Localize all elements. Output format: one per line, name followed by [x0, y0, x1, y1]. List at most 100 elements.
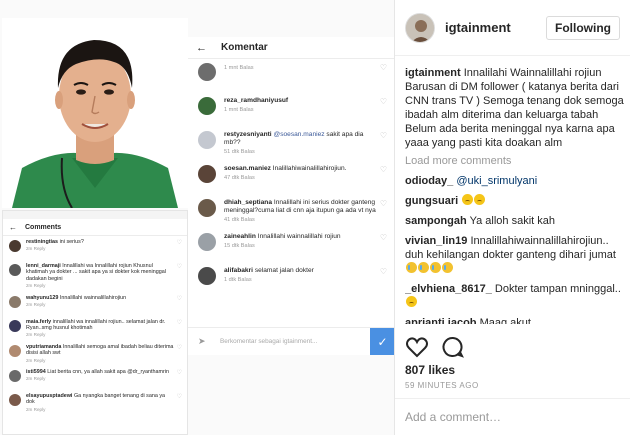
komentar-text: Innalillahi wainnalillahi rojiun — [257, 233, 341, 240]
avatar — [198, 233, 216, 251]
small-comment-username: isti5994 — [26, 369, 46, 376]
small-comment-meta: 2m Reply — [26, 302, 46, 308]
avatar — [9, 319, 21, 332]
small-comment-text: Innalillahi wainnalillahirojiun — [59, 294, 127, 301]
comment-username[interactable]: vivian_lin19 — [405, 235, 467, 247]
small-comment-meta: 2m Reply — [26, 376, 46, 382]
small-comment-body: lenni_darmaji Innalillahi wa Innalillahi… — [26, 263, 174, 290]
heart-icon: ♡ — [176, 295, 182, 302]
caption-username[interactable]: igtainment — [405, 67, 461, 79]
komentar-body: zaineahlin Innalillahi wainnalillahi roj… — [224, 233, 377, 263]
comment-mention[interactable]: @uki_srimulyani — [456, 175, 537, 187]
post-sidebar: igtainment Following igtainment Innalila… — [395, 0, 630, 435]
komentar-meta: 41 dtk Balas — [224, 217, 255, 223]
komentar-body: alifabakri selamat jalan dokter 1 dtk Bal… — [224, 267, 377, 297]
heart-icon: ♡ — [379, 267, 387, 276]
add-comment-input[interactable]: Add a comment… — [395, 398, 630, 434]
comments-screenshot-small: ← Comments restiningtias ini serius? 2m R… — [2, 210, 188, 435]
heart-icon: ♡ — [176, 319, 182, 326]
comment-item: sampongah Ya alloh sakit kah — [405, 214, 625, 228]
small-comment-username: elsayupusptadewi — [26, 393, 73, 400]
heart-icon: ♡ — [379, 63, 387, 72]
komentar-item: zaineahlin Innalillahi wainnalillahi roj… — [188, 229, 394, 263]
komentar-item: soesan.maniez Inalillahiwainalillahiroji… — [188, 161, 394, 195]
crying-face-icon — [406, 262, 417, 273]
comment-item: vivian_lin19 Innalillahiwainnalillahiroj… — [405, 234, 625, 276]
post-actions — [405, 336, 477, 358]
small-comment-text: Liat berita cnn, ya allah sakit apa @dr_… — [47, 369, 170, 376]
heart-icon: ♡ — [176, 344, 182, 351]
comment-text: Dokter tampan mninggal.. — [494, 283, 621, 295]
following-button[interactable]: Following — [546, 15, 620, 40]
small-comment-username: restiningtias — [26, 239, 59, 245]
small-comment-meta: 2m Reply — [26, 283, 46, 289]
crying-face-icon — [442, 262, 453, 273]
small-comment-item: restiningtias ini serius? 2m Reply ♡ — [3, 236, 187, 260]
heart-icon: ♡ — [176, 240, 182, 246]
komentar-meta: 1 dtk Balas — [224, 277, 252, 283]
send-arrow-icon: ➤ — [198, 336, 206, 346]
comment-username[interactable]: _elvhiena_8617_ — [405, 283, 492, 295]
komentar-body: 1 mnt Balas — [224, 63, 377, 93]
likes-count[interactable]: 807 likes — [405, 363, 455, 377]
small-comment-item: lenni_darmaji Innalillahi wa Innalillahi… — [3, 260, 187, 292]
sad-face-icon — [462, 194, 474, 205]
komentar-username: soesan.maniez — [224, 165, 271, 172]
small-comment-meta: 2m Reply — [26, 246, 46, 252]
post-header: igtainment Following — [395, 0, 630, 56]
avatar — [198, 131, 216, 149]
heart-icon[interactable] — [405, 335, 429, 359]
avatar — [9, 295, 21, 308]
small-comments-header: ← Comments — [3, 219, 187, 236]
heart-icon: ♡ — [379, 97, 387, 106]
small-comment-meta: 2m Reply — [26, 357, 46, 363]
komentar-username: restyzesniyanti — [224, 131, 272, 138]
heart-icon: ♡ — [379, 233, 387, 242]
comment-item: odioday_ @uki_srimulyani — [405, 174, 625, 188]
comment-item: gungsuari — [405, 194, 625, 208]
komentar-screenshot: ← Komentar 1 mnt Balas ♡ reza_ramdhaniyusu… — [188, 37, 394, 355]
avatar — [198, 63, 216, 81]
small-comment-username: wahyunu129 — [26, 294, 59, 301]
komentar-input-bar: ➤ Berkomentar sebagai igtainment... ✓ — [188, 327, 394, 355]
small-comment-body: wahyunu129 Innalillahi wainnalillahiroji… — [26, 295, 174, 314]
avatar — [198, 165, 216, 183]
komentar-meta: 47 dtk Balas — [224, 175, 255, 181]
avatar — [9, 344, 21, 357]
post-image[interactable]: ← Comments restiningtias ini serius? 2m R… — [0, 0, 395, 435]
comment-username[interactable]: gungsuari — [405, 195, 458, 207]
komentar-item: reza_ramdhaniyusuf 1 mnt Balas ♡ — [188, 93, 394, 127]
avatar — [198, 199, 216, 217]
comment-item: aprianti.jacob Maag akut.. — [405, 316, 625, 324]
komentar-item: restyzesniyanti @soesan.maniez sakit apa… — [188, 127, 394, 161]
small-comment-body: isti5994 Liat berita cnn, ya allah sakit… — [26, 369, 174, 388]
comment-item: _elvhiena_8617_ Dokter tampan mninggal.. — [405, 282, 625, 310]
comment-username[interactable]: aprianti.jacob — [405, 317, 477, 324]
comment-username[interactable]: odioday_ — [405, 175, 453, 187]
komentar-meta: 1 mnt Balas — [224, 107, 254, 113]
post-caption: igtainment Innalilahi Wainnalillahi roji… — [405, 66, 625, 150]
small-comment-username: vputriamanda — [26, 343, 62, 350]
avatar — [9, 394, 21, 407]
comment-icon[interactable] — [441, 335, 465, 359]
komentar-mention: @soesan.maniez — [273, 131, 325, 138]
avatar[interactable] — [405, 12, 435, 43]
post-username[interactable]: igtainment — [445, 20, 546, 35]
heart-icon: ♡ — [176, 264, 182, 270]
small-comments-title: Comments — [25, 223, 62, 231]
komentar-placeholder: Berkomentar sebagai igtainment... — [220, 338, 318, 345]
avatar — [9, 240, 21, 252]
comment-text: Ya alloh sakit kah — [469, 215, 555, 227]
comment-username[interactable]: sampongah — [405, 215, 467, 227]
sad-face-icon — [406, 296, 417, 307]
avatar — [9, 370, 21, 383]
komentar-meta: 15 dtk Balas — [224, 243, 255, 249]
heart-icon: ♡ — [176, 394, 182, 401]
crying-face-icon — [430, 262, 441, 273]
komentar-body: soesan.maniez Inalillahiwainalillahiroji… — [224, 165, 377, 195]
small-comment-item: isti5994 Liat berita cnn, ya allah sakit… — [3, 366, 187, 390]
sad-face-icon — [474, 194, 486, 205]
load-more-comments[interactable]: Load more comments — [405, 154, 625, 168]
komentar-username: alifabakri — [224, 267, 253, 274]
small-comment-meta: 2m Reply — [26, 332, 46, 338]
